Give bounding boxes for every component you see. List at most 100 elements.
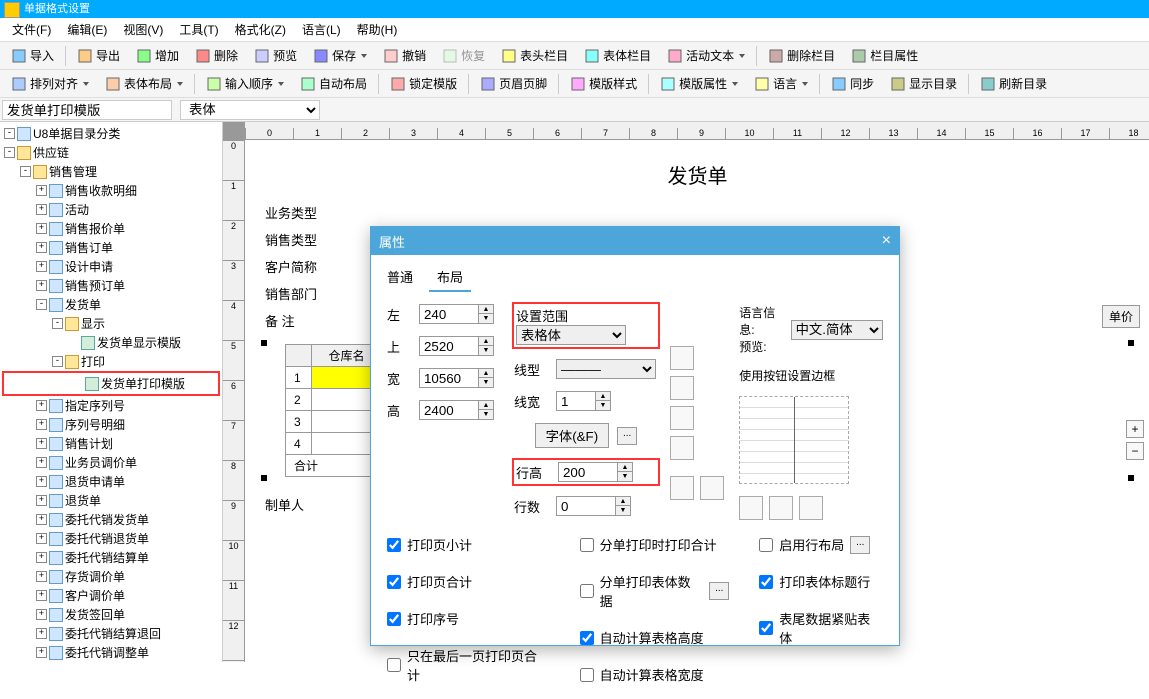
border-btn-4[interactable] bbox=[670, 436, 694, 460]
tree-toggle-icon[interactable]: + bbox=[36, 204, 47, 215]
top-spinner[interactable]: ▲▼ bbox=[419, 336, 494, 356]
checkbox-row[interactable]: 表尾数据紧贴表体 bbox=[759, 606, 883, 650]
scope-select[interactable]: 表格体 bbox=[516, 325, 626, 345]
template-name-input[interactable] bbox=[2, 100, 172, 120]
more-button[interactable]: ... bbox=[709, 582, 729, 600]
border-btn-3[interactable] bbox=[670, 406, 694, 430]
tree-toggle-icon[interactable]: + bbox=[36, 647, 47, 658]
tree-node[interactable]: -显示 bbox=[2, 314, 220, 333]
tb-layout[interactable]: 表体布局 bbox=[98, 72, 190, 95]
tree-toggle-icon[interactable]: + bbox=[36, 590, 47, 601]
tree-node[interactable]: +退货申请单 bbox=[2, 472, 220, 491]
tree-node[interactable]: +委托代销调整单 bbox=[2, 643, 220, 662]
tb-sort[interactable]: 排列对齐 bbox=[4, 72, 96, 95]
checkbox-row[interactable]: 启用行布局... bbox=[759, 532, 883, 557]
tree-node[interactable]: 发货单显示模版 bbox=[2, 333, 220, 352]
menu-item[interactable]: 工具(T) bbox=[171, 19, 226, 40]
tree-node[interactable]: +发货签回单 bbox=[2, 605, 220, 624]
tb-add[interactable]: 增加 bbox=[129, 44, 186, 67]
tb-delcol[interactable]: 删除栏目 bbox=[761, 44, 842, 67]
tb-lang[interactable]: 语言 bbox=[747, 72, 815, 95]
tree-toggle-icon[interactable]: + bbox=[36, 533, 47, 544]
tree-toggle-icon[interactable]: - bbox=[4, 147, 15, 158]
language-select[interactable]: 中文.简体 bbox=[791, 320, 883, 340]
tree-node[interactable]: 发货单打印模版 bbox=[6, 374, 216, 393]
tree-toggle-icon[interactable]: + bbox=[36, 223, 47, 234]
tree-toggle-icon[interactable]: + bbox=[36, 419, 47, 430]
menu-item[interactable]: 语言(L) bbox=[294, 19, 349, 40]
tb-page[interactable]: 页眉页脚 bbox=[473, 72, 554, 95]
font-more-button[interactable]: ... bbox=[617, 427, 637, 445]
tree-node[interactable]: +活动 bbox=[2, 200, 220, 219]
tree-toggle-icon[interactable]: + bbox=[36, 185, 47, 196]
tree-node[interactable]: +委托代销结算单 bbox=[2, 548, 220, 567]
checkbox-row[interactable]: 分单打印时打印合计 bbox=[580, 532, 730, 557]
tb-lock[interactable]: 锁定模版 bbox=[383, 72, 464, 95]
tb-show[interactable]: 显示目录 bbox=[883, 72, 964, 95]
document-tree[interactable]: -U8单据目录分类-供应链-销售管理+销售收款明细+活动+销售报价单+销售订单+… bbox=[0, 122, 223, 662]
row-height-spinner[interactable]: ▲▼ bbox=[558, 462, 633, 482]
checkbox-row[interactable]: 打印页小计 bbox=[387, 532, 550, 557]
tree-toggle-icon[interactable]: - bbox=[52, 356, 63, 367]
tb-delete[interactable]: 删除 bbox=[188, 44, 245, 67]
tb-refresh[interactable]: 刷新目录 bbox=[973, 72, 1054, 95]
tree-node[interactable]: -发货单 bbox=[2, 295, 220, 314]
tree-toggle-icon[interactable]: + bbox=[36, 261, 47, 272]
tree-node[interactable]: -打印 bbox=[2, 352, 220, 371]
tab-general[interactable]: 普通 bbox=[379, 263, 421, 292]
tb-order[interactable]: 输入顺序 bbox=[199, 72, 291, 95]
border-btn-e[interactable] bbox=[799, 496, 823, 520]
tree-node[interactable]: +委托代销发货单 bbox=[2, 510, 220, 529]
menu-item[interactable]: 格式化(Z) bbox=[227, 19, 294, 40]
row-count-spinner[interactable]: ▲▼ bbox=[556, 496, 631, 516]
tree-node[interactable]: -销售管理 bbox=[2, 162, 220, 181]
tree-toggle-icon[interactable]: + bbox=[36, 609, 47, 620]
tree-node[interactable]: +委托代销结算退回 bbox=[2, 624, 220, 643]
tb-save[interactable]: 保存 bbox=[306, 44, 374, 67]
tree-toggle-icon[interactable]: + bbox=[36, 280, 47, 291]
font-button[interactable]: 字体(&F) bbox=[535, 423, 610, 448]
left-spinner[interactable]: ▲▼ bbox=[419, 304, 494, 324]
tb-preview[interactable]: 预览 bbox=[247, 44, 304, 67]
tree-node[interactable]: -供应链 bbox=[2, 143, 220, 162]
tree-toggle-icon[interactable]: + bbox=[36, 457, 47, 468]
tree-node[interactable]: +序列号明细 bbox=[2, 415, 220, 434]
tree-toggle-icon[interactable]: + bbox=[36, 552, 47, 563]
close-icon[interactable]: × bbox=[882, 232, 891, 250]
tree-toggle-icon[interactable]: + bbox=[36, 495, 47, 506]
tree-node[interactable]: +存货调价单 bbox=[2, 567, 220, 586]
border-btn-1[interactable] bbox=[670, 346, 694, 370]
tb-auto[interactable]: 自动布局 bbox=[293, 72, 374, 95]
tree-toggle-icon[interactable]: + bbox=[36, 628, 47, 639]
tree-node[interactable]: +销售预订单 bbox=[2, 276, 220, 295]
minus-button[interactable]: − bbox=[1126, 442, 1144, 460]
tree-node[interactable]: +指定序列号 bbox=[2, 396, 220, 415]
tree-toggle-icon[interactable]: + bbox=[36, 476, 47, 487]
line-type-select[interactable]: ——— bbox=[556, 359, 656, 379]
font-target-select[interactable]: 表体 bbox=[180, 100, 320, 120]
checkbox-row[interactable]: 自动计算表格高度 bbox=[580, 625, 730, 650]
tree-toggle-icon[interactable]: + bbox=[36, 242, 47, 253]
tree-toggle-icon[interactable]: - bbox=[20, 166, 31, 177]
tree-node[interactable]: +委托代销退货单 bbox=[2, 529, 220, 548]
body-table[interactable]: 仓库名 1 2 3 4 合计 bbox=[285, 344, 382, 477]
tb-sync[interactable]: 同步 bbox=[824, 72, 881, 95]
more-button[interactable]: ... bbox=[850, 536, 870, 554]
tree-toggle-icon[interactable]: - bbox=[4, 128, 15, 139]
tree-toggle-icon[interactable]: + bbox=[36, 438, 47, 449]
tb-mprop[interactable]: 模版属性 bbox=[653, 72, 745, 95]
border-btn-c[interactable] bbox=[739, 496, 763, 520]
tb-export[interactable]: 导出 bbox=[70, 44, 127, 67]
menu-item[interactable]: 帮助(H) bbox=[349, 19, 406, 40]
checkbox-row[interactable]: 分单打印表体数据... bbox=[580, 569, 730, 613]
border-btn-b[interactable] bbox=[700, 476, 724, 500]
tree-toggle-icon[interactable]: + bbox=[36, 571, 47, 582]
menu-item[interactable]: 视图(V) bbox=[115, 19, 171, 40]
tree-node[interactable]: +业务员调价单 bbox=[2, 453, 220, 472]
tb-undo[interactable]: 撤销 bbox=[376, 44, 433, 67]
checkbox-row[interactable]: 打印序号 bbox=[387, 606, 550, 631]
tree-toggle-icon[interactable]: - bbox=[36, 299, 47, 310]
width-spinner[interactable]: ▲▼ bbox=[419, 368, 494, 388]
checkbox-row[interactable]: 打印页合计 bbox=[387, 569, 550, 594]
menu-item[interactable]: 文件(F) bbox=[4, 19, 59, 40]
